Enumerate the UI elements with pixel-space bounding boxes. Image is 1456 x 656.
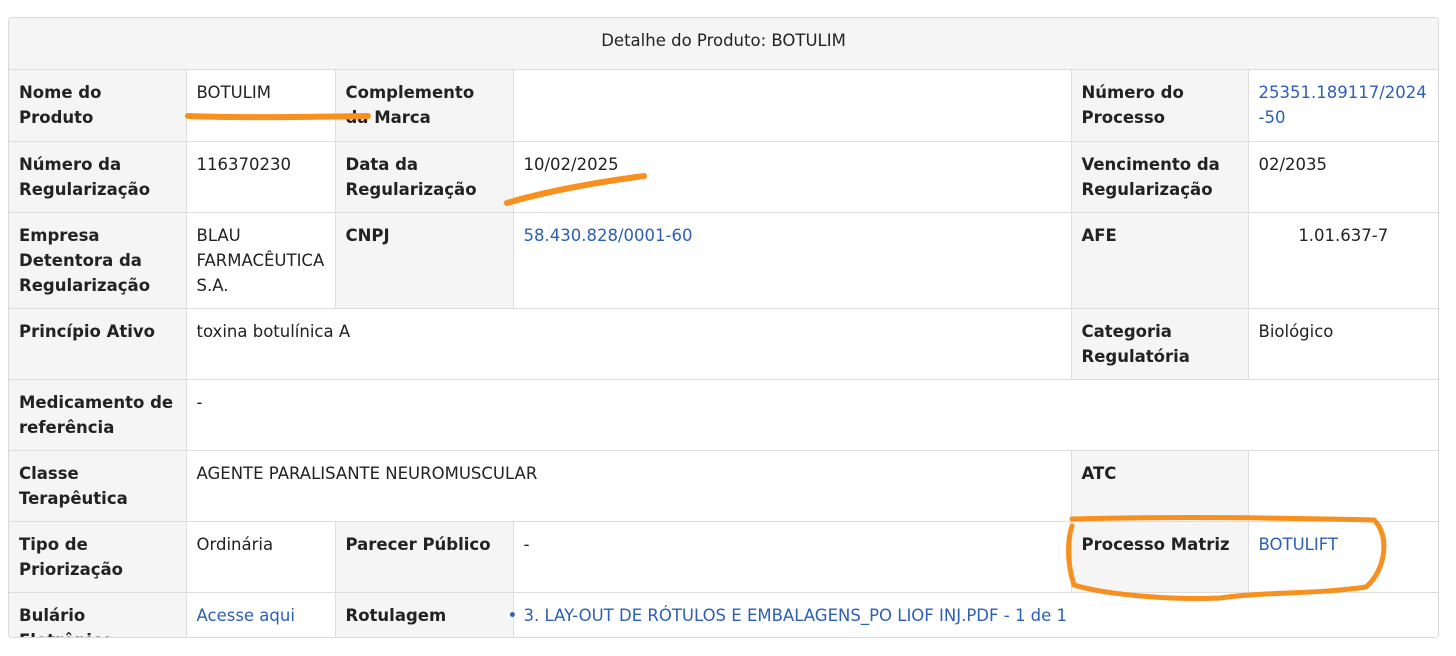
- tipo-priorizacao-label: Tipo de Priorização: [9, 520, 187, 593]
- cnpj-cell: 58.430.828/0001-60: [512, 211, 1072, 309]
- medicamento-referencia-label: Medicamento de referência: [9, 378, 187, 451]
- processo-matriz-label: Processo Matriz: [1070, 520, 1249, 593]
- rotulagem-label: Rotulagem: [334, 591, 514, 637]
- rotulagem-cell: • 3. LAY-OUT DE RÓTULOS E EMBALAGENS_PO …: [508, 591, 1438, 637]
- rotulagem-file-list: • 3. LAY-OUT DE RÓTULOS E EMBALAGENS_PO …: [508, 603, 1429, 628]
- numero-regularizacao-value: 116370230: [185, 140, 336, 213]
- empresa-detentora-value: BLAU FARMACÊUTICA S.A.: [185, 211, 336, 309]
- cnpj-link[interactable]: 58.430.828/0001-60: [524, 226, 693, 245]
- medicamento-referencia-value: -: [185, 378, 1438, 451]
- cnpj-label: CNPJ: [334, 211, 514, 309]
- table-row: Medicamento de referência -: [9, 378, 1438, 451]
- numero-processo-cell: 25351.189117/2024-50: [1247, 68, 1438, 142]
- product-detail-panel: Detalhe do Produto: BOTULIM Nome do Prod…: [8, 17, 1439, 638]
- table-row: Princípio Ativo toxina botulínica A Cate…: [9, 307, 1438, 380]
- parecer-publico-value: -: [512, 520, 1072, 593]
- categoria-regulatoria-label: Categoria Regulatória: [1070, 307, 1249, 380]
- data-regularizacao-label: Data da Regularização: [334, 140, 514, 213]
- table-row: Empresa Detentora da Regularização BLAU …: [9, 211, 1438, 309]
- data-regularizacao-value: 10/02/2025: [512, 140, 1072, 213]
- table-row: Número da Regularização 116370230 Data d…: [9, 140, 1438, 213]
- numero-processo-link[interactable]: 25351.189117/2024-50: [1259, 83, 1427, 127]
- complemento-marca-label: Complemento da Marca: [334, 68, 514, 142]
- processo-matriz-link[interactable]: BOTULIFT: [1259, 535, 1339, 554]
- atc-label: ATC: [1070, 449, 1249, 522]
- nome-produto-value: BOTULIM: [185, 68, 336, 142]
- afe-value: 1.01.637-7: [1247, 211, 1438, 309]
- table-row: Nome do Produto BOTULIM Complemento da M…: [9, 68, 1438, 142]
- table-row: Tipo de Priorização Ordinária Parecer Pú…: [9, 520, 1438, 593]
- classe-terapeutica-label: Classe Terapêutica: [9, 449, 187, 522]
- product-detail-table: Detalhe do Produto: BOTULIM Nome do Prod…: [9, 18, 1438, 637]
- atc-value: [1247, 449, 1438, 522]
- rotulagem-file-link[interactable]: 3. LAY-OUT DE RÓTULOS E EMBALAGENS_PO LI…: [524, 606, 1068, 625]
- principio-ativo-value: toxina botulínica A: [185, 307, 1072, 380]
- processo-matriz-cell: BOTULIFT: [1247, 520, 1438, 593]
- empresa-detentora-label: Empresa Detentora da Regularização: [9, 211, 187, 309]
- tipo-priorizacao-value: Ordinária: [185, 520, 336, 593]
- vencimento-regularizacao-value: 02/2035: [1247, 140, 1438, 213]
- table-row: Bulário Eletrônico Acesse aqui Rotulagem…: [9, 591, 1438, 637]
- table-caption: Detalhe do Produto: BOTULIM: [9, 18, 1438, 70]
- numero-regularizacao-label: Número da Regularização: [9, 140, 187, 213]
- nome-produto-label: Nome do Produto: [9, 68, 187, 142]
- vencimento-regularizacao-label: Vencimento da Regularização: [1070, 140, 1249, 213]
- principio-ativo-label: Princípio Ativo: [9, 307, 187, 380]
- parecer-publico-label: Parecer Público: [334, 520, 514, 593]
- bulario-eletronico-label: Bulário Eletrônico: [9, 591, 187, 637]
- bulario-eletronico-cell: Acesse aqui: [185, 591, 336, 637]
- afe-label: AFE: [1070, 211, 1249, 309]
- bulario-acesse-aqui-link[interactable]: Acesse aqui: [197, 606, 295, 625]
- numero-processo-label: Número do Processo: [1070, 68, 1249, 142]
- table-row: Classe Terapêutica AGENTE PARALISANTE NE…: [9, 449, 1438, 522]
- list-item: • 3. LAY-OUT DE RÓTULOS E EMBALAGENS_PO …: [508, 603, 1429, 628]
- classe-terapeutica-value: AGENTE PARALISANTE NEUROMUSCULAR: [185, 449, 1072, 522]
- complemento-marca-value: [512, 68, 1072, 142]
- bullet-icon: •: [507, 605, 518, 625]
- categoria-regulatoria-value: Biológico: [1247, 307, 1438, 380]
